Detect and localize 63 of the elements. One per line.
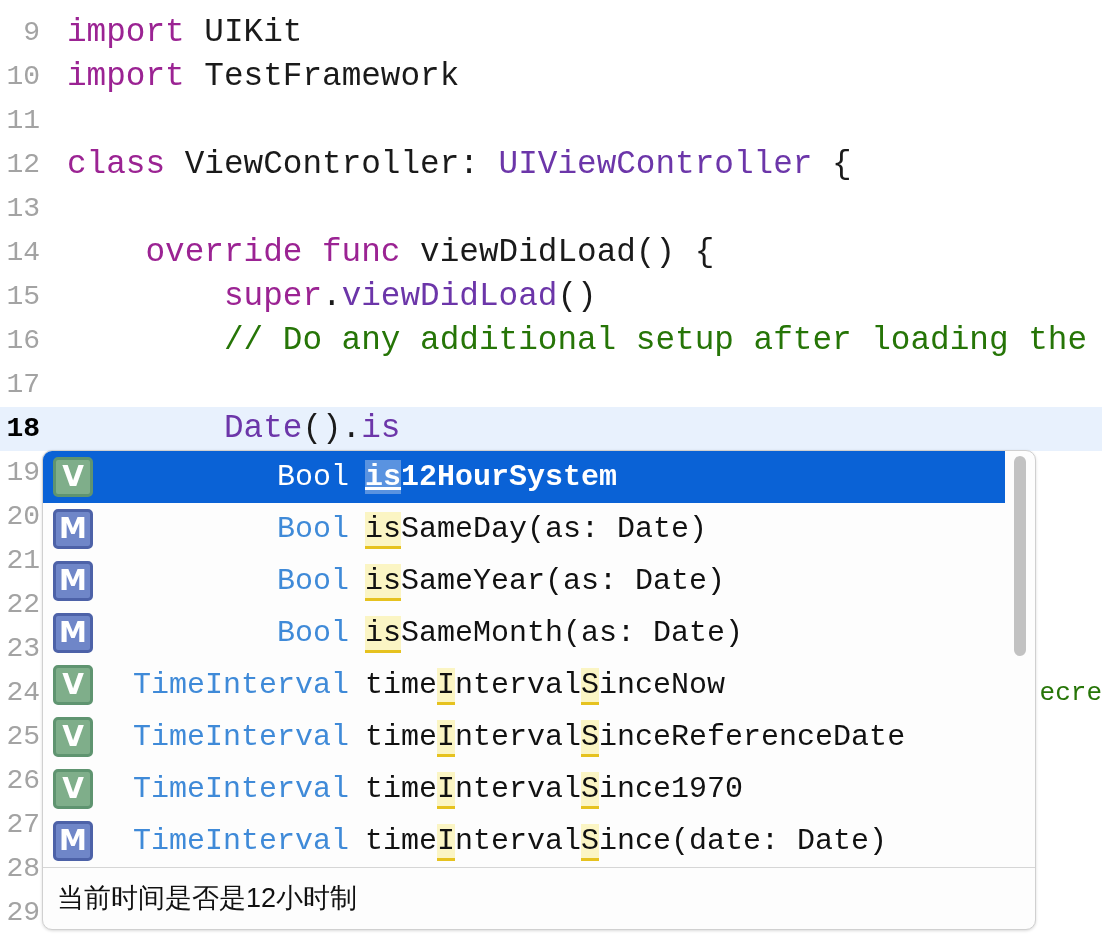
code-line: // Do any additional setup after loading the — [222, 321, 1088, 361]
scrollbar-thumb[interactable] — [1014, 456, 1026, 656]
line-number: 27 — [5, 808, 40, 842]
code-line: super.viewDidLoad() — [222, 277, 597, 317]
line-number: 28 — [5, 852, 40, 886]
code-line: class ViewController: UIViewController { — [67, 145, 852, 185]
line-number: 20 — [5, 500, 40, 534]
line-number: 17 — [5, 368, 40, 402]
completion-name: timeIntervalSince(date: Date) — [365, 818, 888, 864]
line-number: 25 — [5, 720, 40, 754]
return-type: Bool — [276, 510, 349, 548]
symbol-badge-icon: V — [53, 457, 93, 497]
completion-item[interactable]: M Bool isSameDay(as: Date) — [43, 503, 1005, 555]
return-type: TimeInterval — [131, 770, 349, 808]
completion-name: isSameMonth(as: Date) — [365, 610, 744, 656]
symbol-badge-icon: V — [53, 769, 93, 809]
line-number: 13 — [5, 192, 40, 226]
return-type: Bool — [276, 458, 349, 496]
symbol-badge-icon: M — [53, 613, 93, 653]
code-line: import TestFramework — [67, 57, 460, 97]
code-line: import UIKit — [67, 13, 303, 53]
completion-item[interactable]: M Bool isSameMonth(as: Date) — [43, 607, 1005, 659]
completion-name: timeIntervalSinceNow — [365, 662, 726, 708]
completion-description: 当前时间是否是12小时制 — [57, 882, 358, 916]
code-fragment: ecre — [1039, 677, 1102, 710]
completion-name: timeIntervalSinceReferenceDate — [365, 714, 906, 760]
completion-name: is12HourSystem — [365, 458, 618, 496]
line-number: 22 — [5, 588, 40, 622]
completion-item[interactable]: V TimeInterval timeIntervalSince1970 — [43, 763, 1005, 815]
line-number: 26 — [5, 764, 40, 798]
completion-item[interactable]: V TimeInterval timeIntervalSinceReferenceDate — [43, 711, 1005, 763]
completion-name: timeIntervalSince1970 — [365, 766, 744, 812]
return-type: TimeInterval — [131, 666, 349, 704]
symbol-badge-icon: M — [53, 561, 93, 601]
line-number: 23 — [5, 632, 40, 666]
completion-item[interactable]: V Bool is12HourSystem — [43, 451, 1005, 503]
symbol-badge-icon: V — [53, 717, 93, 757]
line-number: 11 — [5, 104, 40, 138]
line-number: 14 — [5, 236, 40, 270]
code-line: Date().is — [222, 409, 401, 449]
line-number: 9 — [22, 16, 40, 50]
completion-item[interactable]: M Bool isSameYear(as: Date) — [43, 555, 1005, 607]
completion-name: isSameYear(as: Date) — [365, 558, 726, 604]
return-type: Bool — [276, 562, 349, 600]
return-type: TimeInterval — [131, 822, 349, 860]
line-number: 24 — [5, 676, 40, 710]
line-number: 10 — [5, 60, 40, 94]
line-number: 19 — [5, 456, 40, 490]
line-number: 29 — [5, 896, 40, 930]
code-line: override func viewDidLoad() { — [144, 233, 715, 273]
symbol-badge-icon: M — [53, 509, 93, 549]
line-number: 16 — [5, 324, 40, 358]
line-number: 21 — [5, 544, 40, 578]
completion-name: isSameDay(as: Date) — [365, 506, 708, 552]
return-type: TimeInterval — [131, 718, 349, 756]
line-number: 12 — [5, 148, 40, 182]
symbol-badge-icon: M — [53, 821, 93, 861]
return-type: Bool — [276, 614, 349, 652]
completion-item[interactable]: V TimeInterval timeIntervalSinceNow — [43, 659, 1005, 711]
symbol-badge-icon: V — [53, 665, 93, 705]
completion-item[interactable]: M TimeInterval timeIntervalSince(date: Date) — [43, 815, 1005, 867]
line-number: 18 — [5, 412, 40, 446]
line-number: 15 — [5, 280, 40, 314]
